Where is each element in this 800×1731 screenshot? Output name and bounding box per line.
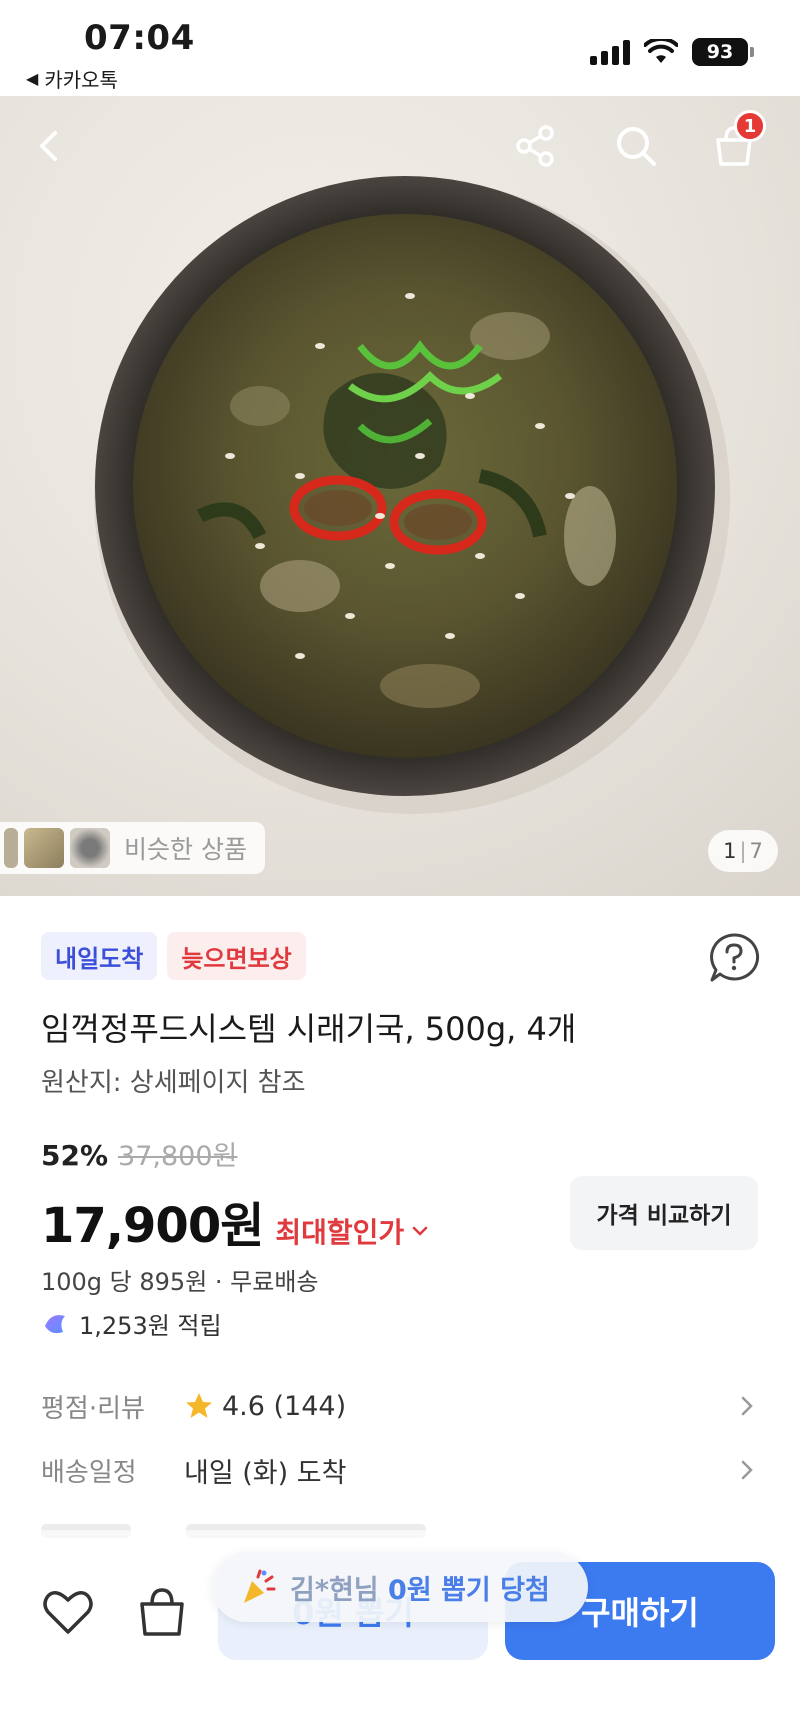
heart-icon	[43, 1591, 93, 1634]
star-icon	[186, 1393, 212, 1418]
winner-toast: 김*현님 0원 뽑기 당첨	[212, 1552, 588, 1622]
product-image-carousel[interactable]: 1 비슷한 상품 1 | 7	[0, 96, 800, 896]
similar-thumb-3	[70, 828, 110, 868]
product-title: 임꺽정푸드시스템 시래기국, 500g, 4개	[41, 1010, 577, 1048]
points-icon	[45, 1314, 65, 1333]
chevron-right-icon	[741, 1460, 753, 1480]
shopping-bag-icon	[140, 1588, 184, 1636]
search-icon	[617, 127, 656, 166]
unit-price-shipping: 100g 당 895원 · 무료배송	[41, 1268, 319, 1296]
chevron-right-icon	[741, 1396, 753, 1416]
similar-products-button[interactable]: 비슷한 상품	[0, 822, 265, 874]
discount-row: 52% 37,800원	[41, 1134, 237, 1173]
pager-separator: |	[739, 839, 747, 863]
badge-tomorrow-arrival: 내일도착	[41, 932, 158, 980]
status-bar: 07:04 ◀ 카카오톡 93	[0, 0, 800, 96]
badge-late-compensation: 늦으면보상	[167, 932, 306, 980]
chevron-left-icon	[40, 131, 57, 161]
question-bubble-icon	[710, 933, 760, 982]
winner-message: 0원 뽑기 당첨	[388, 1574, 550, 1606]
similar-products-label: 비슷한 상품	[124, 835, 247, 864]
price-compare-button[interactable]: 가격 비교하기	[570, 1176, 758, 1250]
image-pager: 1 | 7	[708, 830, 778, 872]
share-icon	[516, 125, 554, 167]
product-photo	[94, 176, 730, 814]
delivery-schedule-value: 내일 (화) 도착	[184, 1457, 347, 1489]
max-discount-toggle[interactable]: 최대할인가	[275, 1211, 430, 1251]
pager-current: 1	[723, 839, 737, 863]
reward-points: 1,253원 적립	[41, 1306, 222, 1341]
inquiry-button[interactable]	[708, 932, 760, 984]
cart-button[interactable]: 1	[706, 110, 766, 174]
reward-points-text: 1,253원 적립	[79, 1312, 222, 1340]
max-discount-label: 최대할인가	[275, 1216, 405, 1249]
rating-review-key: 평점·리뷰	[41, 1393, 145, 1424]
delivery-schedule-key: 배송일정	[41, 1457, 137, 1488]
status-indicators: 93	[590, 38, 754, 66]
origin-info: 원산지: 상세페이지 참조	[41, 1068, 306, 1098]
cellular-signal-icon	[590, 39, 630, 65]
search-button[interactable]	[608, 118, 664, 174]
party-popper-icon	[244, 1569, 276, 1603]
delivery-schedule-row[interactable]: 배송일정 내일 (화) 도착	[41, 1446, 759, 1494]
price-row: 17,900원 최대할인가	[41, 1186, 430, 1256]
back-to-app-link[interactable]: ◀ 카카오톡	[26, 64, 118, 93]
back-button[interactable]	[22, 118, 78, 174]
sale-price: 17,900원	[41, 1198, 264, 1254]
add-to-cart-button[interactable]	[134, 1584, 190, 1640]
battery-indicator: 93	[692, 38, 754, 66]
share-button[interactable]	[508, 118, 564, 174]
back-app-label: 카카오톡	[44, 68, 118, 92]
chevron-down-icon	[412, 1226, 428, 1236]
original-price: 37,800원	[118, 1141, 238, 1172]
status-time: 07:04	[84, 18, 195, 58]
wifi-icon	[644, 39, 678, 63]
discount-rate: 52%	[41, 1139, 109, 1172]
winner-name: 김*현님	[290, 1574, 379, 1606]
similar-thumb-1	[4, 828, 18, 868]
pager-total: 7	[749, 839, 763, 863]
delivery-badges: 내일도착 늦으면보상	[41, 932, 306, 980]
wishlist-button[interactable]	[40, 1584, 96, 1640]
similar-thumb-2	[24, 828, 64, 868]
rating-value: 4.6 (144)	[222, 1390, 347, 1422]
rating-review-row[interactable]: 평점·리뷰 4.6 (144)	[41, 1382, 759, 1430]
cart-count-badge: 1	[734, 110, 766, 142]
back-triangle-icon: ◀	[26, 69, 39, 88]
winner-toast-text: 김*현님 0원 뽑기 당첨	[290, 1568, 550, 1607]
